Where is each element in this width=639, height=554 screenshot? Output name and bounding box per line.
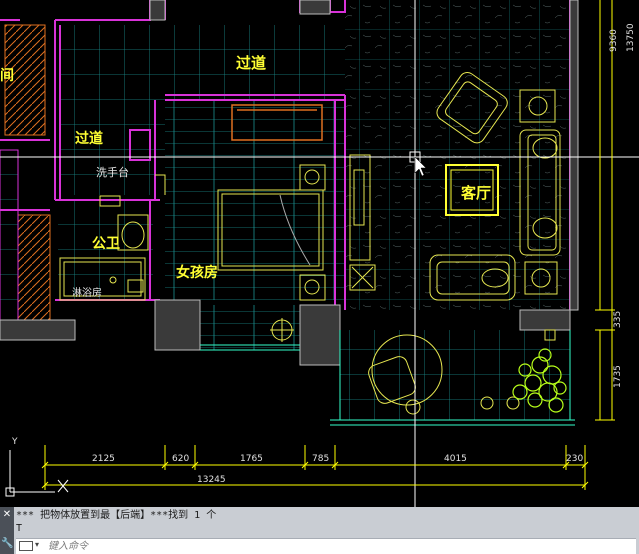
command-input[interactable] [48, 539, 628, 553]
command-prompt-icon[interactable] [19, 541, 33, 551]
wrench-icon[interactable]: 🔧 [1, 537, 13, 551]
dim-total: 13245 [197, 475, 226, 485]
bay-window-floor [200, 305, 300, 350]
command-history-line: T [16, 523, 23, 534]
close-icon[interactable]: ✕ [1, 509, 13, 521]
chevron-down-icon[interactable]: ▾ [35, 540, 39, 549]
dim-4015: 4015 [444, 454, 467, 464]
command-input-row: ▾ [16, 538, 636, 554]
dim-9360: 9360 [609, 29, 619, 52]
wardrobe-left-edge [0, 149, 19, 341]
dim-335: 335 [613, 311, 623, 328]
dim-13750: 13750 [626, 23, 636, 52]
label-bathroom: 公卫 [92, 236, 120, 252]
command-history-line: *** 把物体放置到最【后端】***找到 1 个 [16, 510, 217, 521]
label-shower: 淋浴房 [72, 286, 102, 299]
corridor-floor [60, 25, 345, 100]
label-corridor-left: 过道 [75, 130, 103, 147]
label-living-room: 客厅 [460, 184, 491, 202]
drawing-canvas[interactable]: 2125 620 1765 785 4015 230 13245 9360 13… [0, 0, 639, 507]
dim-620: 620 [172, 454, 189, 464]
dim-1735: 1735 [613, 365, 623, 388]
ucs-icon [5, 450, 69, 497]
dim-2125: 2125 [92, 454, 115, 464]
label-girls-room: 女孩房 [176, 264, 218, 281]
label-partial-room: 间 [0, 67, 14, 84]
command-history: *** 把物体放置到最【后端】***找到 1 个 T [16, 509, 636, 536]
label-corridor-top: 过道 [236, 54, 266, 72]
ucs-y-label: Y [11, 437, 18, 447]
dim-1765: 1765 [240, 454, 263, 464]
wardrobe-bottom [17, 214, 51, 336]
label-washbasin: 洗手台 [96, 165, 129, 179]
dim-785: 785 [312, 454, 329, 464]
dim-230: 230 [566, 454, 583, 464]
